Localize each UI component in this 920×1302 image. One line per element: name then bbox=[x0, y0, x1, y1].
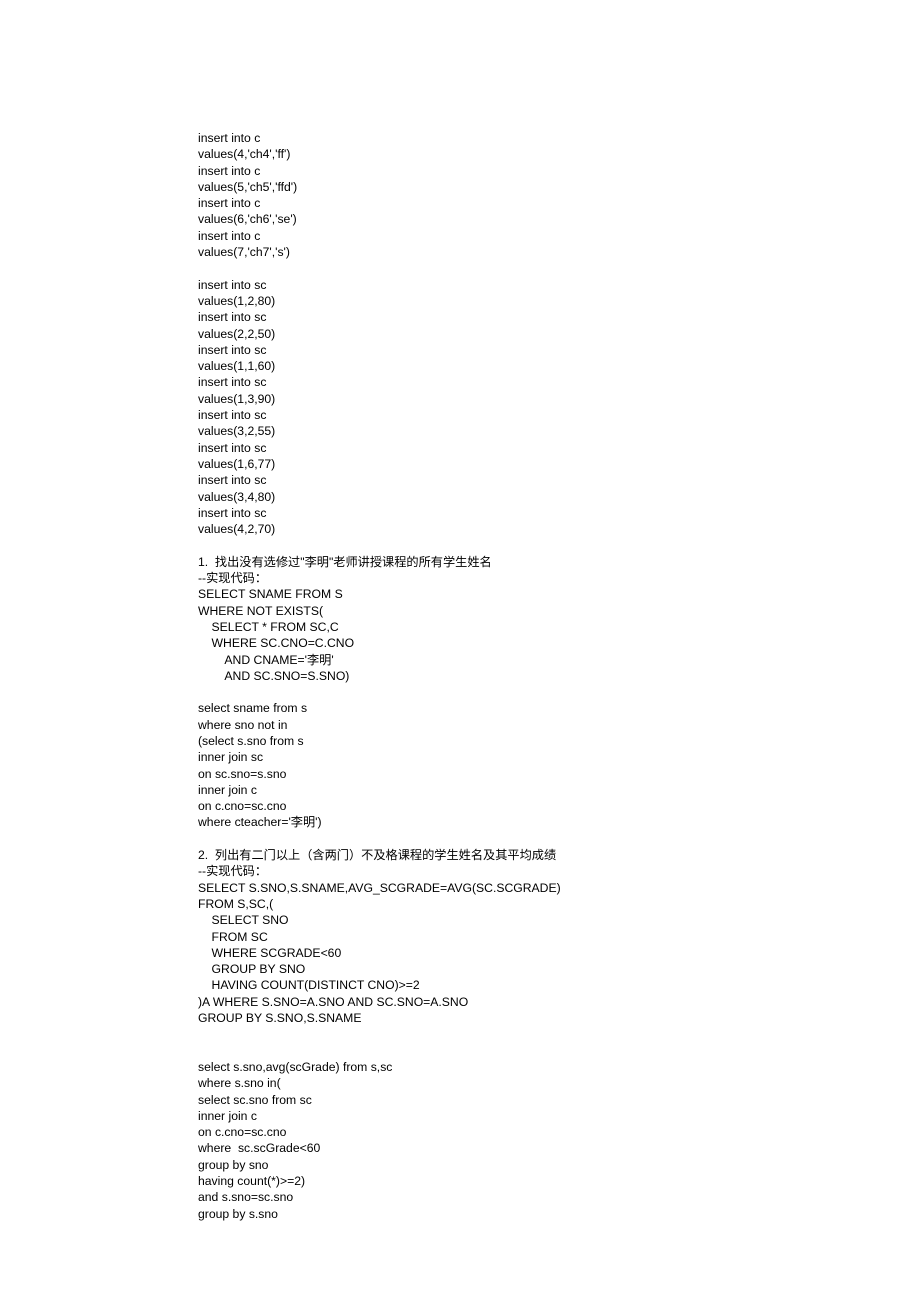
code-line: group by sno bbox=[198, 1157, 920, 1173]
blank-line bbox=[198, 831, 920, 847]
code-line: WHERE NOT EXISTS( bbox=[198, 603, 920, 619]
code-line: SELECT * FROM SC,C bbox=[198, 619, 920, 635]
code-line: on sc.sno=s.sno bbox=[198, 766, 920, 782]
code-line: insert into c bbox=[198, 130, 920, 146]
code-line: insert into sc bbox=[198, 440, 920, 456]
code-line: group by s.sno bbox=[198, 1206, 920, 1222]
code-line: values(1,1,60) bbox=[198, 358, 920, 374]
code-line: select s.sno,avg(scGrade) from s,sc bbox=[198, 1059, 920, 1075]
code-line: values(2,2,50) bbox=[198, 326, 920, 342]
code-line: where sc.scGrade<60 bbox=[198, 1140, 920, 1156]
code-line: inner join c bbox=[198, 782, 920, 798]
code-line: where cteacher='李明') bbox=[198, 814, 920, 830]
code-line: GROUP BY S.SNO,S.SNAME bbox=[198, 1010, 920, 1026]
code-line: insert into sc bbox=[198, 309, 920, 325]
code-line: insert into sc bbox=[198, 374, 920, 390]
code-line: on c.cno=sc.cno bbox=[198, 798, 920, 814]
code-line: SELECT S.SNO,S.SNAME,AVG_SCGRADE=AVG(SC.… bbox=[198, 880, 920, 896]
code-line: --实现代码： bbox=[198, 863, 920, 879]
code-line: --实现代码： bbox=[198, 570, 920, 586]
code-line: insert into sc bbox=[198, 505, 920, 521]
code-line: inner join c bbox=[198, 1108, 920, 1124]
code-line: values(7,'ch7','s') bbox=[198, 244, 920, 260]
code-line: insert into sc bbox=[198, 472, 920, 488]
code-line: SELECT SNO bbox=[198, 912, 920, 928]
code-line: having count(*)>=2) bbox=[198, 1173, 920, 1189]
document-page: insert into cvalues(4,'ch4','ff')insert … bbox=[0, 0, 920, 1302]
code-line: )A WHERE S.SNO=A.SNO AND SC.SNO=A.SNO bbox=[198, 994, 920, 1010]
code-line: GROUP BY SNO bbox=[198, 961, 920, 977]
blank-line bbox=[198, 684, 920, 700]
code-line: 1. 找出没有选修过"李明"老师讲授课程的所有学生姓名 bbox=[198, 554, 920, 570]
code-line: and s.sno=sc.sno bbox=[198, 1189, 920, 1205]
code-line: select sname from s bbox=[198, 700, 920, 716]
code-line: values(6,'ch6','se') bbox=[198, 211, 920, 227]
code-line: SELECT SNAME FROM S bbox=[198, 586, 920, 602]
code-line: insert into sc bbox=[198, 342, 920, 358]
code-line: insert into sc bbox=[198, 277, 920, 293]
code-line: inner join sc bbox=[198, 749, 920, 765]
code-line: select sc.sno from sc bbox=[198, 1092, 920, 1108]
code-line: FROM S,SC,( bbox=[198, 896, 920, 912]
blank-line bbox=[198, 1026, 920, 1059]
code-line: WHERE SCGRADE<60 bbox=[198, 945, 920, 961]
code-line: on c.cno=sc.cno bbox=[198, 1124, 920, 1140]
code-line: values(3,2,55) bbox=[198, 423, 920, 439]
code-line: AND SC.SNO=S.SNO) bbox=[198, 668, 920, 684]
code-line: FROM SC bbox=[198, 929, 920, 945]
blank-line bbox=[198, 537, 920, 553]
blank-line bbox=[198, 260, 920, 276]
code-line: insert into c bbox=[198, 195, 920, 211]
code-line: AND CNAME='李明' bbox=[198, 652, 920, 668]
code-line: insert into c bbox=[198, 163, 920, 179]
code-line: WHERE SC.CNO=C.CNO bbox=[198, 635, 920, 651]
code-line: values(3,4,80) bbox=[198, 489, 920, 505]
code-line: values(1,6,77) bbox=[198, 456, 920, 472]
code-line: values(1,3,90) bbox=[198, 391, 920, 407]
code-line: insert into c bbox=[198, 228, 920, 244]
code-line: values(4,'ch4','ff') bbox=[198, 146, 920, 162]
code-line: values(4,2,70) bbox=[198, 521, 920, 537]
code-line: values(5,'ch5','ffd') bbox=[198, 179, 920, 195]
code-line: values(1,2,80) bbox=[198, 293, 920, 309]
code-line: 2. 列出有二门以上（含两门）不及格课程的学生姓名及其平均成绩 bbox=[198, 847, 920, 863]
code-line: where s.sno in( bbox=[198, 1075, 920, 1091]
code-line: where sno not in bbox=[198, 717, 920, 733]
code-line: HAVING COUNT(DISTINCT CNO)>=2 bbox=[198, 977, 920, 993]
code-line: (select s.sno from s bbox=[198, 733, 920, 749]
code-line: insert into sc bbox=[198, 407, 920, 423]
